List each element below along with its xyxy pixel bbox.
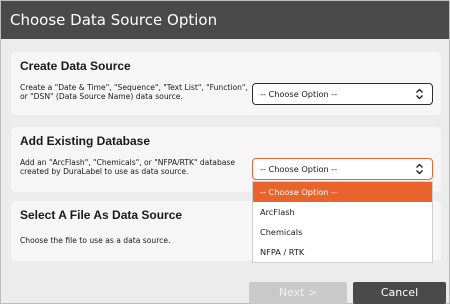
create-select-value: -- Choose Option -- (260, 89, 338, 99)
choose-data-source-dialog: Choose Data Source Option Create Data So… (0, 0, 450, 304)
dropdown-option-nfpa-rtk[interactable]: NFPA / RTK (253, 242, 432, 262)
section-title-existing: Add Existing Database (20, 134, 151, 148)
existing-database-dropdown-list: -- Choose Option -- ArcFlash Chemicals N… (252, 181, 433, 263)
dropdown-option-chemicals[interactable]: Chemicals (253, 222, 432, 242)
up-down-chevron-icon (416, 88, 423, 100)
section-description-file: Choose the file to use as a data source. (20, 236, 171, 245)
dropdown-option-choose[interactable]: -- Choose Option -- (253, 182, 432, 202)
section-description-existing: Add an "ArcFlash", "Chemicals", or "NFPA… (20, 158, 236, 176)
section-description-create: Create a "Date & Time", "Sequence", "Tex… (20, 83, 248, 101)
dialog-title: Choose Data Source Option (1, 1, 449, 39)
existing-select-value: -- Choose Option -- (260, 164, 338, 174)
cancel-button[interactable]: Cancel (353, 282, 446, 304)
create-data-source-section: Create Data Source Create a "Date & Time… (11, 52, 441, 115)
section-title-create: Create Data Source (20, 59, 131, 73)
next-button[interactable]: Next > (249, 282, 347, 304)
up-down-chevron-icon (416, 163, 423, 175)
section-title-file: Select A File As Data Source (20, 208, 183, 222)
dropdown-option-arcflash[interactable]: ArcFlash (253, 202, 432, 222)
existing-database-select[interactable]: -- Choose Option -- (252, 158, 433, 180)
create-data-source-select[interactable]: -- Choose Option -- (252, 83, 433, 105)
